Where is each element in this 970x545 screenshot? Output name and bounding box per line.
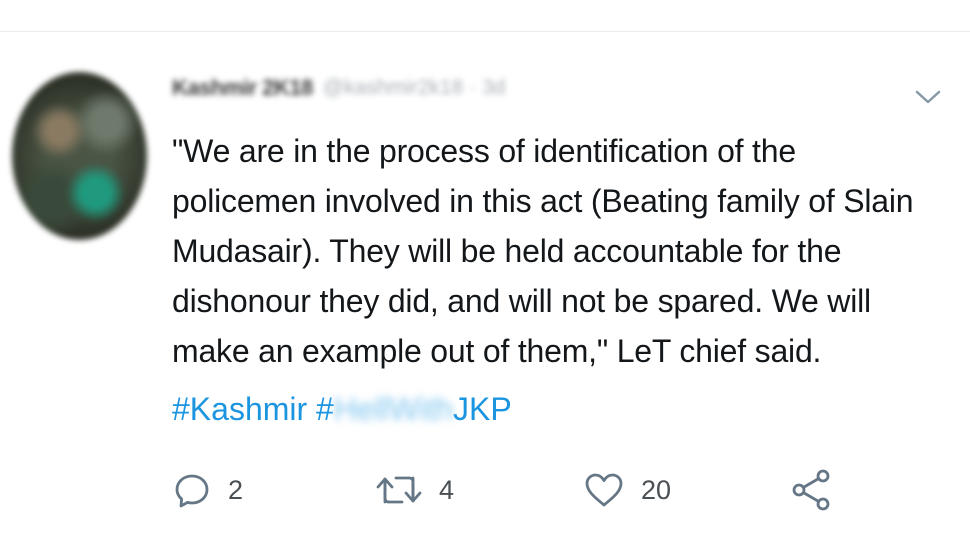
share-button[interactable] [790, 462, 832, 518]
tweet-text-line: Mudasair). They will be held accountable… [172, 233, 842, 269]
hashtag-prefix: # [316, 391, 334, 427]
reply-button[interactable]: 2 [172, 462, 243, 518]
separator: · [469, 76, 477, 99]
reply-icon [175, 474, 209, 508]
tweet-text-line: dishonour they did, and will not be spar… [172, 283, 871, 319]
tweet-header: Kashmir 2K18 @kashmir2k18 · 3d [172, 70, 505, 106]
share-icon [792, 469, 830, 511]
retweet-button[interactable]: 4 [375, 462, 454, 518]
retweet-icon [376, 476, 422, 504]
tweet-text-line: make an example out of them," LeT chief … [172, 333, 822, 369]
reply-count: 2 [228, 474, 244, 505]
tweet-actions: 2 4 20 [0, 462, 970, 518]
hashtags: #Kashmir #HellWithJKP [172, 384, 512, 434]
display-name[interactable]: Kashmir 2K18 [172, 75, 313, 101]
hashtag-second[interactable]: #HellWithJKP [316, 391, 512, 427]
tweet-text: "We are in the process of identification… [172, 126, 962, 376]
chevron-down-icon [915, 90, 941, 104]
like-count: 20 [641, 474, 672, 505]
like-button[interactable]: 20 [583, 462, 671, 518]
hashtag-blurred-part: HellWith [333, 391, 453, 427]
handle[interactable]: @kashmir2k18 [323, 76, 463, 100]
hashtag-kashmir[interactable]: #Kashmir [172, 391, 307, 427]
top-divider [0, 31, 970, 32]
more-options-button[interactable] [911, 80, 945, 114]
retweet-count: 4 [439, 474, 455, 505]
hashtag-suffix: JKP [452, 391, 512, 427]
heart-icon [585, 473, 623, 507]
tweet-text-line: policemen involved in this act (Beating … [172, 183, 914, 219]
avatar[interactable] [12, 72, 147, 240]
tweet-text-line: "We are in the process of identification… [172, 133, 796, 169]
timestamp[interactable]: 3d [482, 76, 505, 100]
handle-meta: @kashmir2k18 · 3d [323, 76, 506, 100]
